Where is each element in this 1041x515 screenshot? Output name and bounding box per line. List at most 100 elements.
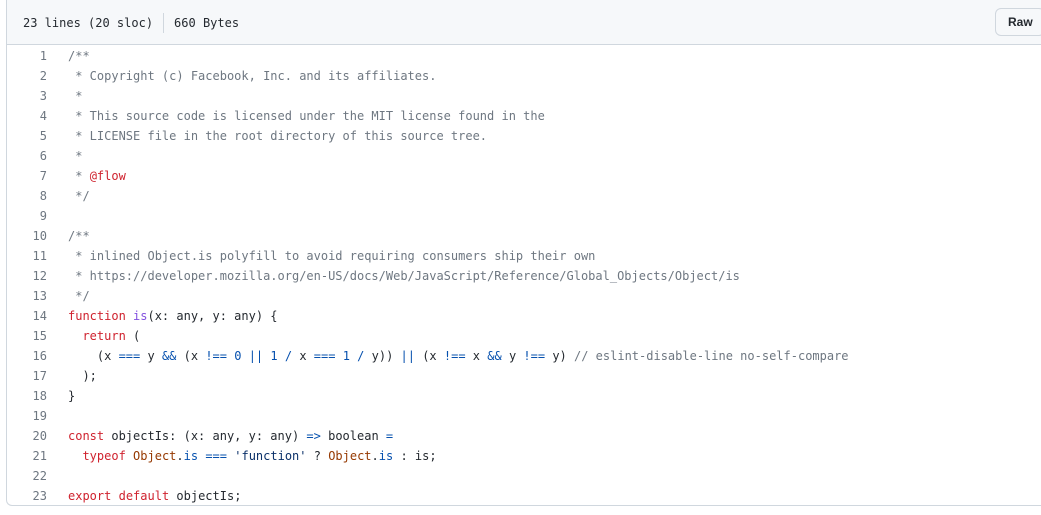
file-header: 23 lines (20 sloc) 660 Bytes [7,0,1041,45]
code-token: !== [523,349,546,363]
code-text: return ( [47,329,140,343]
code-text: */ [47,289,89,303]
code-line: 23 export default objectIs; [7,486,1041,506]
code-token: * [68,89,83,103]
code-token: * Copyright (c) Facebook, Inc. and its a… [68,69,437,83]
code-token: || [248,349,264,363]
code-token: 1 [342,349,350,363]
code-token: Object [133,449,177,463]
line-number[interactable]: 2 [7,69,47,83]
raw-button[interactable]: Raw [995,8,1041,36]
file-size: 660 Bytes [174,16,240,30]
code-token: @flow [89,169,126,183]
line-number[interactable]: 17 [7,369,47,383]
line-number[interactable]: 19 [7,409,47,423]
code-token: // eslint-disable-line no-self-compare [574,349,849,363]
code-token: ? [306,449,329,463]
code-token: x [465,349,488,363]
code-text: typeof Object.is === 'function' ? Object… [47,449,436,463]
code-text: } [47,389,75,403]
file-viewer: 23 lines (20 sloc) 660 Bytes 1 /** 2 * Cop… [6,0,1041,506]
code-token: && [487,349,502,363]
line-number[interactable]: 7 [7,169,47,183]
code-token: . [176,449,184,463]
code-token: y [501,349,524,363]
code-line: 15 return ( [7,326,1041,346]
line-number[interactable]: 16 [7,349,47,363]
line-number[interactable]: 9 [7,209,47,223]
code-line: 9 [7,206,1041,226]
line-number[interactable]: 6 [7,149,47,163]
line-number[interactable]: 13 [7,289,47,303]
line-number[interactable]: 1 [7,49,47,63]
code-line: 3 * [7,86,1041,106]
code-text: * inlined Object.is polyfill to avoid re… [47,249,595,263]
code-line: 10 /** [7,226,1041,246]
line-number[interactable]: 12 [7,269,47,283]
code-token: objectIs: (x: any, y: any) [104,429,307,443]
code-token: return [82,329,126,343]
code-token: === [205,449,228,463]
line-number[interactable]: 20 [7,429,47,443]
line-number[interactable]: 5 [7,129,47,143]
line-number[interactable]: 3 [7,89,47,103]
line-number[interactable]: 23 [7,489,47,503]
line-number[interactable]: 11 [7,249,47,263]
code-line: 2 * Copyright (c) Facebook, Inc. and its… [7,66,1041,86]
code-line: 8 */ [7,186,1041,206]
code-line: 22 [7,466,1041,486]
line-number[interactable]: 14 [7,309,47,323]
code-token: (x [176,349,206,363]
code-token: (x [414,349,444,363]
code-text: * This source code is licensed under the… [47,109,545,123]
line-number[interactable]: 21 [7,449,47,463]
code-text: const objectIs: (x: any, y: any) => bool… [47,429,393,443]
code-line: 11 * inlined Object.is polyfill to avoid… [7,246,1041,266]
code-line: 14 function is(x: any, y: any) { [7,306,1041,326]
code-token: is [378,449,394,463]
code-token: ( [125,329,141,343]
code-token: || [400,349,415,363]
code-token: boolean [320,429,386,443]
code-token: 'function' [234,449,307,463]
code-token: * This source code is licensed under the… [68,109,545,123]
code-text: * https://developer.mozilla.org/en-US/do… [47,269,740,283]
code-token: && [161,349,177,363]
code-token: * inlined Object.is polyfill to avoid re… [68,249,596,263]
code-token: (x [68,349,119,363]
line-number[interactable]: 10 [7,229,47,243]
code-line: 7 * @flow [7,166,1041,186]
line-number[interactable]: 22 [7,469,47,483]
line-number[interactable]: 4 [7,109,47,123]
line-number[interactable]: 8 [7,189,47,203]
code-token: / [284,349,293,363]
code-token: objectIs; [169,489,242,503]
code-line: 17 ); [7,366,1041,386]
code-token: x [292,349,314,363]
code-token: export [68,489,112,503]
code-line: 6 * [7,146,1041,166]
code-token: function [68,309,126,323]
divider [163,13,165,33]
code-token: /** [68,229,90,243]
code-text: function is(x: any, y: any) { [47,309,278,323]
code-text: (x === y && (x !== 0 || 1 / x === 1 / y)… [47,349,849,363]
code-token: /** [68,49,90,63]
line-number[interactable]: 18 [7,389,47,403]
line-count: 23 lines (20 sloc) [23,16,154,30]
code-token: = [385,429,394,443]
code-token: ); [68,369,97,383]
code-token: is [183,449,199,463]
code-token: is [133,309,148,323]
line-number[interactable]: 15 [7,329,47,343]
code-text: ); [47,369,97,383]
code-line: 16 (x === y && (x !== 0 || 1 / x === 1 /… [7,346,1041,366]
code-text: * [47,89,82,103]
